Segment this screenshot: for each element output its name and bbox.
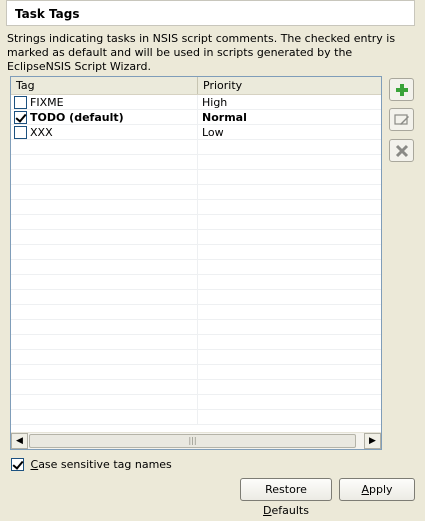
table-header: Tag Priority	[11, 77, 381, 95]
scroll-thumb[interactable]: |||	[29, 434, 356, 448]
restore-defaults-label: Restore Defaults	[263, 483, 309, 517]
remove-tag-button[interactable]	[389, 139, 414, 162]
column-header-tag[interactable]: Tag	[11, 77, 198, 94]
tag-cell	[11, 395, 198, 410]
table-row-empty	[11, 410, 381, 425]
priority-cell: Normal	[202, 111, 247, 124]
description-text: Strings indicating tasks in NSIS script …	[7, 32, 396, 73]
case-sensitive-label: Case sensitive tag names	[30, 458, 172, 471]
tag-cell	[11, 140, 198, 155]
add-tag-button[interactable]	[389, 78, 414, 101]
table-row-empty	[11, 335, 381, 350]
tag-cell	[11, 155, 198, 170]
scroll-right-button[interactable]: ▶	[364, 433, 381, 449]
row-checkbox[interactable]	[14, 111, 27, 124]
tag-cell	[11, 380, 198, 395]
table-row[interactable]: FIXME High	[11, 95, 381, 110]
tag-cell	[11, 365, 198, 380]
table-row-empty	[11, 275, 381, 290]
remove-icon	[395, 144, 409, 158]
tag-cell	[11, 290, 198, 305]
tag-cell: TODO (default)	[11, 110, 198, 125]
table-row-empty	[11, 245, 381, 260]
tag-cell	[11, 200, 198, 215]
table-row-empty	[11, 200, 381, 215]
table-row-empty	[11, 215, 381, 230]
row-checkbox[interactable]	[14, 126, 27, 139]
table-row-empty	[11, 365, 381, 380]
table-row-empty	[11, 290, 381, 305]
case-sensitive-checkbox[interactable]	[11, 458, 24, 471]
table-row-empty	[11, 230, 381, 245]
edit-tag-button[interactable]	[389, 108, 414, 131]
table-row-empty	[11, 140, 381, 155]
table-row-empty	[11, 320, 381, 335]
table-row-empty	[11, 260, 381, 275]
tag-cell	[11, 410, 198, 425]
tag-cell	[11, 305, 198, 320]
section-title: Task Tags	[6, 0, 415, 26]
tag-label: TODO (default)	[30, 111, 124, 124]
table-body: FIXME High TODO (default) Normal XXX Low	[11, 95, 381, 431]
tag-cell: FIXME	[11, 95, 198, 110]
tag-cell	[11, 275, 198, 290]
table-row-empty	[11, 185, 381, 200]
apply-label: Apply	[361, 483, 393, 496]
case-sensitive-option[interactable]: Case sensitive tag names	[11, 458, 172, 473]
tag-cell	[11, 350, 198, 365]
tag-cell	[11, 320, 198, 335]
tag-cell	[11, 260, 198, 275]
tag-cell	[11, 185, 198, 200]
edit-icon	[394, 114, 409, 125]
table-row-empty	[11, 395, 381, 410]
add-icon	[396, 84, 408, 96]
row-checkbox[interactable]	[14, 96, 27, 109]
case-sensitive-label-text: ase sensitive tag names	[38, 458, 172, 471]
column-header-priority[interactable]: Priority	[198, 77, 381, 94]
table-row-empty	[11, 155, 381, 170]
restore-defaults-button[interactable]: Restore Defaults	[240, 478, 332, 517]
tag-cell	[11, 170, 198, 185]
tag-label: XXX	[30, 126, 53, 139]
priority-cell: High	[202, 96, 228, 109]
tag-cell	[11, 215, 198, 230]
tag-label: FIXME	[30, 96, 64, 109]
tag-cell: XXX	[11, 125, 198, 140]
tag-cell	[11, 335, 198, 350]
apply-button[interactable]: Apply	[339, 478, 415, 501]
tag-cell	[11, 245, 198, 260]
table-row-empty	[11, 305, 381, 320]
scroll-left-button[interactable]: ◀	[11, 433, 28, 449]
table-row-empty	[11, 170, 381, 185]
table-row[interactable]: XXX Low	[11, 125, 381, 140]
tag-cell	[11, 230, 198, 245]
table-row[interactable]: TODO (default) Normal	[11, 110, 381, 125]
horizontal-scrollbar[interactable]: ◀ ||| ▶	[11, 432, 381, 449]
table-row-empty	[11, 380, 381, 395]
priority-cell: Low	[202, 126, 224, 139]
task-tags-table[interactable]: Tag Priority FIXME High TODO (default) Norm…	[10, 76, 382, 450]
table-row-empty	[11, 350, 381, 365]
